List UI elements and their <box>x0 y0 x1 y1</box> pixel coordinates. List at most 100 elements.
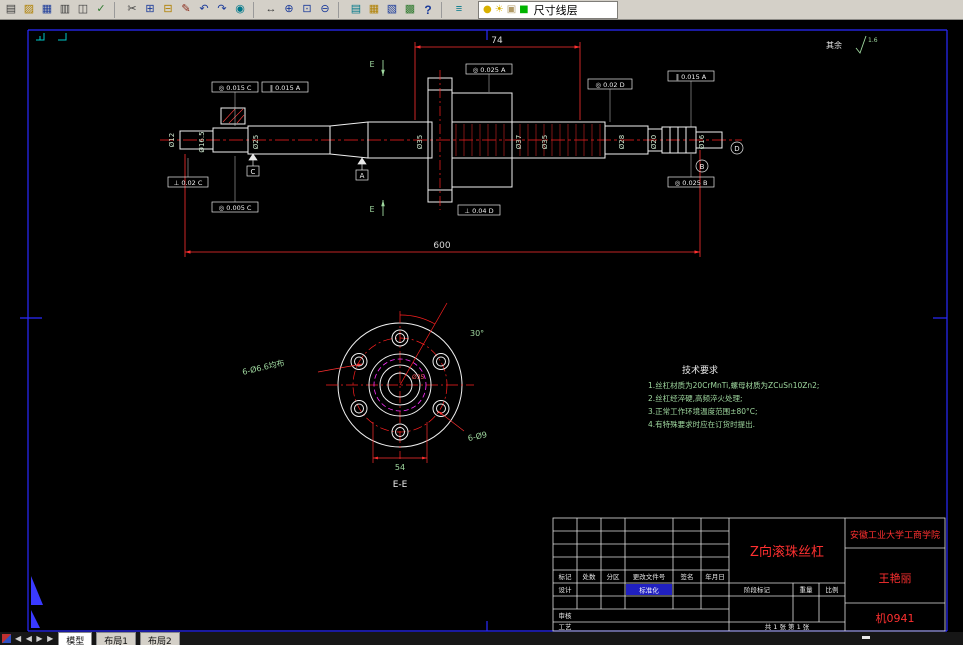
dim-nut-length[interactable]: 74 <box>491 36 503 46</box>
copy-icon: ⊞ <box>145 3 155 15</box>
help-button[interactable]: ? <box>419 1 437 18</box>
save-button[interactable]: ▦ <box>38 1 56 18</box>
tech-req-line[interactable]: 2.丝杠经淬硬,高频淬火处理; <box>648 393 743 403</box>
dia-label[interactable]: Ø37 <box>515 135 523 149</box>
main-toolbar: ▤ ▨ ▦ ▥ ◫ ✓ ✂ ⊞ ⊟ ✎ ↶ ↷ ◉ ↔ ⊕ ⊡ ⊖ ▤ ▦ ▧ … <box>0 0 963 20</box>
surface-value[interactable]: 1.6 <box>868 37 878 44</box>
tech-req-line[interactable]: 4.有特殊要求时应在订货时提出. <box>648 419 755 429</box>
gdt-frame-text[interactable]: ◎ 0.02 D <box>595 81 624 89</box>
layer-combo[interactable]: ● ☀ ▣ ■ 尺寸线层 <box>478 0 618 19</box>
tb-col-header: 签名 <box>681 572 694 581</box>
gdt-leaders <box>187 74 692 202</box>
tb-row-label: 标准化 <box>639 586 659 595</box>
properties-button[interactable]: ▤ <box>347 1 365 18</box>
tab-layout2[interactable]: 布局2 <box>140 632 180 645</box>
datum-label[interactable]: B <box>700 163 705 171</box>
redo-icon: ↷ <box>217 3 227 15</box>
tb-row-label: 设计 <box>559 585 573 594</box>
open-button[interactable]: ▨ <box>20 1 38 18</box>
datum-flags[interactable] <box>246 141 744 181</box>
tab-model[interactable]: 模型 <box>58 632 93 645</box>
gdt-frame-text[interactable]: ◎ 0.005 C <box>219 204 252 212</box>
dia-label[interactable]: Ø12 <box>168 133 176 147</box>
flange-angle-text[interactable]: 30° <box>470 329 484 338</box>
gdt-frame-text[interactable]: ◎ 0.025 B <box>675 179 708 187</box>
new-file-button[interactable]: ▤ <box>2 1 20 18</box>
design-center-button[interactable]: ▦ <box>365 1 383 18</box>
save-icon: ▦ <box>41 3 53 15</box>
drawing-canvas[interactable]: 74 600 Ø12 Ø16.5 Ø25 Ø35 Ø37 Ø35 Ø28 Ø20… <box>0 20 963 632</box>
datum-label[interactable]: D <box>734 145 739 153</box>
properties-icon: ▤ <box>350 3 362 15</box>
tab-layout1[interactable]: 布局1 <box>96 632 136 645</box>
spell-check-button[interactable]: ✓ <box>92 1 110 18</box>
dia-label[interactable]: Ø16 <box>698 134 706 149</box>
zoom-previous-button[interactable]: ⊖ <box>316 1 334 18</box>
undo-icon: ↶ <box>199 3 209 15</box>
zoom-window-button[interactable]: ⊡ <box>298 1 316 18</box>
tb-col-header: 年月日 <box>705 572 725 581</box>
datum-label[interactable]: A <box>360 172 365 180</box>
gdt-frame-text[interactable]: ⊥ 0.04 D <box>464 207 493 215</box>
layer-manager-button[interactable]: ≡ <box>450 1 468 18</box>
dia-label[interactable]: Ø28 <box>618 135 626 149</box>
flange-holes-note[interactable]: 6-Ø6.6均布 <box>241 357 285 376</box>
tb-stage-label: 阶段标记 <box>744 585 771 594</box>
section-letter[interactable]: E <box>369 205 374 214</box>
dia-label[interactable]: Ø35 <box>416 135 424 149</box>
db-connect-button[interactable]: ▩ <box>401 1 419 18</box>
layer-color-swatch-icon: ■ <box>519 3 529 15</box>
tb-col-header: 更改文件号 <box>633 572 666 581</box>
flange-span-text[interactable]: 54 <box>395 463 405 472</box>
tb-organization[interactable]: 安徽工业大学工商学院 <box>850 529 940 541</box>
print-button[interactable]: ▥ <box>56 1 74 18</box>
print-preview-button[interactable]: ◫ <box>74 1 92 18</box>
section-title[interactable]: E-E <box>393 480 408 490</box>
toolbar-separator <box>441 1 448 18</box>
dia-label[interactable]: Ø16.5 <box>198 131 206 152</box>
gdt-frame-text[interactable]: ∥ 0.015 A <box>676 73 707 81</box>
tool-palettes-button[interactable]: ▧ <box>383 1 401 18</box>
cut-button[interactable]: ✂ <box>123 1 141 18</box>
tb-designer[interactable]: 王艳丽 <box>879 571 912 585</box>
pan-button[interactable]: ↔ <box>262 1 280 18</box>
tb-drawing-no[interactable]: 机0941 <box>876 611 915 625</box>
datum-label[interactable]: C <box>251 168 256 176</box>
gdt-frame-text[interactable]: ⊥ 0.02 C <box>174 179 203 187</box>
print-preview-icon: ◫ <box>77 3 89 15</box>
zoom-realtime-button[interactable]: ⊕ <box>280 1 298 18</box>
gdt-frame-text[interactable]: ◎ 0.015 C <box>219 84 252 92</box>
tech-req-line[interactable]: 3.正常工作环境温度范围±80°C; <box>648 406 758 416</box>
toolbar-separator <box>114 1 121 18</box>
roughness-symbol-icon <box>855 35 867 54</box>
tech-req-title[interactable]: 技术要求 <box>682 364 718 376</box>
model-space[interactable]: 74 600 Ø12 Ø16.5 Ø25 Ø35 Ø37 Ø35 Ø28 Ø20… <box>0 20 963 632</box>
cad-application-window: ▤ ▨ ▦ ▥ ◫ ✓ ✂ ⊞ ⊟ ✎ ↶ ↷ ◉ ↔ ⊕ ⊡ ⊖ ▤ ▦ ▧ … <box>0 0 963 645</box>
surface-note-text[interactable]: 其余 <box>826 40 842 50</box>
section-letter[interactable]: E <box>369 60 374 69</box>
copy-button[interactable]: ⊞ <box>141 1 159 18</box>
dia-label[interactable]: Ø20 <box>650 135 658 149</box>
tab-scroll-arrows[interactable]: ◀ ◀ ▶ ▶ <box>15 634 54 643</box>
match-properties-button[interactable]: ✎ <box>177 1 195 18</box>
flange-holes-note-2[interactable]: 6-Ø9 <box>467 429 488 443</box>
current-layer-label: 尺寸线层 <box>533 3 578 17</box>
toolbar-separator <box>253 1 260 18</box>
ucs-icon <box>31 576 43 628</box>
paste-button[interactable]: ⊟ <box>159 1 177 18</box>
gdt-frame-text[interactable]: ◎ 0.025 A <box>473 66 506 74</box>
dim-overall-length[interactable]: 600 <box>433 241 450 251</box>
gdt-frame-text[interactable]: ∥ 0.015 A <box>270 84 301 92</box>
tb-part-name[interactable]: Z向滚珠丝杠 <box>750 544 824 560</box>
dia-label[interactable]: Ø25 <box>252 135 260 149</box>
undo-button[interactable]: ↶ <box>195 1 213 18</box>
dia-label[interactable]: Ø35 <box>541 135 549 149</box>
hyperlink-button[interactable]: ◉ <box>231 1 249 18</box>
redo-button[interactable]: ↷ <box>213 1 231 18</box>
flange-center-dia[interactable]: Ø35 <box>412 374 425 381</box>
lock-icon: ▣ <box>506 3 517 15</box>
zoom-previous-icon: ⊖ <box>320 3 330 15</box>
sun-icon: ☀ <box>494 3 504 15</box>
tech-req-line[interactable]: 1.丝杠材质为20CrMnTi,螺母材质为ZCuSn10Zn2; <box>648 380 819 390</box>
status-mark <box>862 636 870 639</box>
